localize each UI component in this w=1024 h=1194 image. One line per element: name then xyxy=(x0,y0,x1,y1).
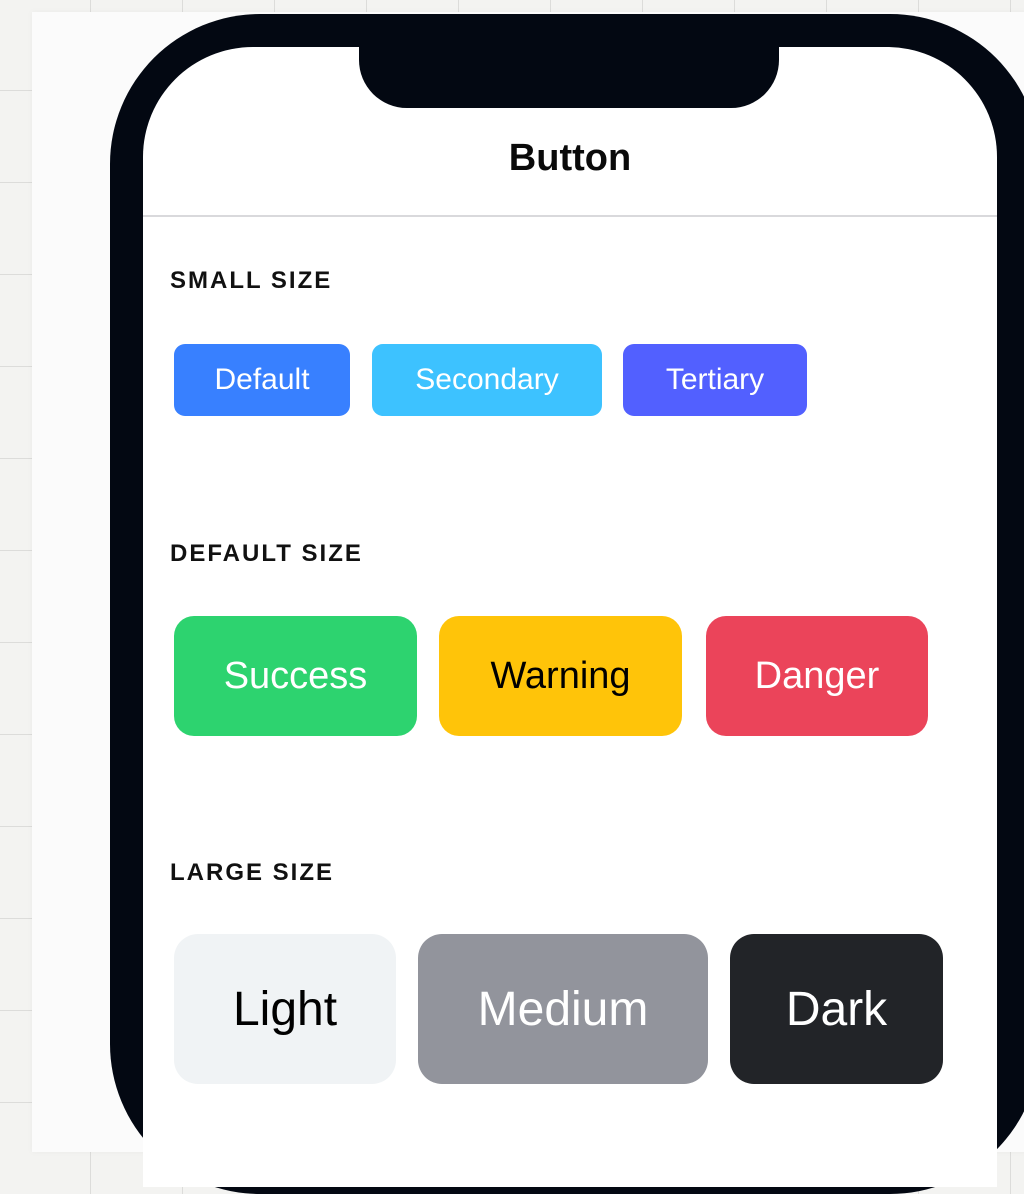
phone-screen: Button SMALL SIZE Default Secondary Tert… xyxy=(143,47,997,1187)
success-button[interactable]: Success xyxy=(174,616,417,736)
dark-button[interactable]: Dark xyxy=(730,934,943,1084)
section-label-large: LARGE SIZE xyxy=(170,859,335,886)
phone-notch xyxy=(359,47,779,108)
medium-button[interactable]: Medium xyxy=(418,934,708,1084)
secondary-button[interactable]: Secondary xyxy=(372,344,602,416)
danger-button[interactable]: Danger xyxy=(706,616,928,736)
section-label-default: DEFAULT SIZE xyxy=(170,540,363,567)
default-button[interactable]: Default xyxy=(174,344,350,416)
page-title: Button xyxy=(508,137,632,179)
warning-button[interactable]: Warning xyxy=(439,616,682,736)
light-button[interactable]: Light xyxy=(174,934,396,1084)
section-label-small: SMALL SIZE xyxy=(170,267,333,294)
page: { "nav": { "title": "Button" }, "section… xyxy=(0,0,1024,1194)
header-divider xyxy=(143,215,997,217)
tertiary-button[interactable]: Tertiary xyxy=(623,344,807,416)
